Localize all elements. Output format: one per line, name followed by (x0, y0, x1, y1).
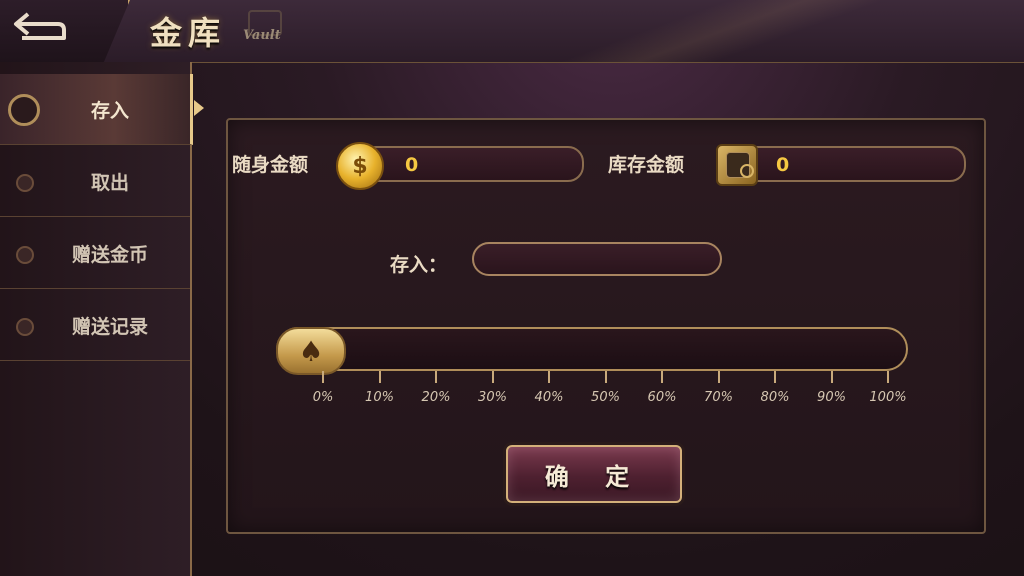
sidebar-item-gift-coins[interactable]: 赠送金币 (0, 218, 190, 289)
header-decoration (420, 0, 1024, 62)
radio-dot-icon (16, 174, 34, 192)
radio-dot-icon (16, 246, 34, 264)
slider-tick-label: 30% (478, 390, 507, 405)
deposit-label: 存入： (390, 254, 448, 276)
slider-tick (717, 371, 720, 383)
deposit-amount-input[interactable] (472, 242, 722, 276)
wallet-amount-value: 0 (405, 154, 419, 176)
sidebar-item-label: 取出 (90, 172, 129, 194)
back-arrow-icon (14, 12, 66, 40)
wallet-amount-box (360, 146, 584, 182)
confirm-button[interactable]: 确 定 (506, 445, 682, 503)
sidebar: 存入 取出 赠送金币 赠送记录 (0, 62, 204, 576)
slider-tick-label: 90% (817, 390, 846, 405)
slider-tick-label: 80% (760, 390, 790, 405)
slider-tick (378, 371, 381, 383)
sidebar-item-label: 存入 (90, 100, 129, 122)
spade-icon: ♠ (298, 334, 324, 368)
radio-dot-icon (8, 94, 40, 126)
sidebar-item-deposit[interactable]: 存入 (0, 74, 204, 145)
slider-tick-label: 0% (312, 390, 334, 405)
slider-tick (322, 371, 324, 383)
slider-tick (661, 371, 663, 383)
active-arrow-icon (194, 100, 204, 116)
slider-tick-label: 40% (534, 390, 564, 405)
safe-icon (716, 144, 758, 186)
slider-tick-label: 70% (704, 390, 733, 405)
sidebar-item-label: 赠送记录 (71, 316, 148, 338)
vault-amount-value: 0 (776, 154, 790, 176)
slider-tick (887, 371, 889, 383)
slider-tick (435, 371, 437, 383)
sidebar-item-withdraw[interactable]: 取出 (0, 146, 190, 217)
page-subtitle: Vault (243, 28, 281, 43)
slider-tick-label: 10% (365, 390, 394, 405)
sidebar-item-gift-records[interactable]: 赠送记录 (0, 290, 190, 361)
vault-amount-label: 库存金额 (608, 154, 685, 176)
page-title: 金库 (150, 14, 227, 52)
slider-tick-label: 60% (647, 390, 677, 405)
deposit-percent-slider[interactable] (276, 327, 908, 371)
slider-tick (830, 371, 833, 383)
slider-tick (548, 371, 550, 383)
wallet-amount-label: 随身金额 (232, 154, 309, 176)
slider-tick (774, 371, 776, 383)
vault-amount-box (730, 146, 966, 182)
radio-dot-icon (16, 318, 34, 336)
sidebar-item-label: 赠送金币 (71, 244, 148, 266)
slider-tick (491, 371, 494, 383)
coin-stack-icon: $ (336, 142, 384, 190)
slider-tick-label: 20% (421, 390, 451, 405)
slider-tick-label: 50% (591, 390, 620, 405)
slider-handle[interactable]: ♠ (276, 327, 346, 375)
slider-tick (604, 371, 607, 383)
slider-tick-label: 100% (869, 390, 907, 405)
